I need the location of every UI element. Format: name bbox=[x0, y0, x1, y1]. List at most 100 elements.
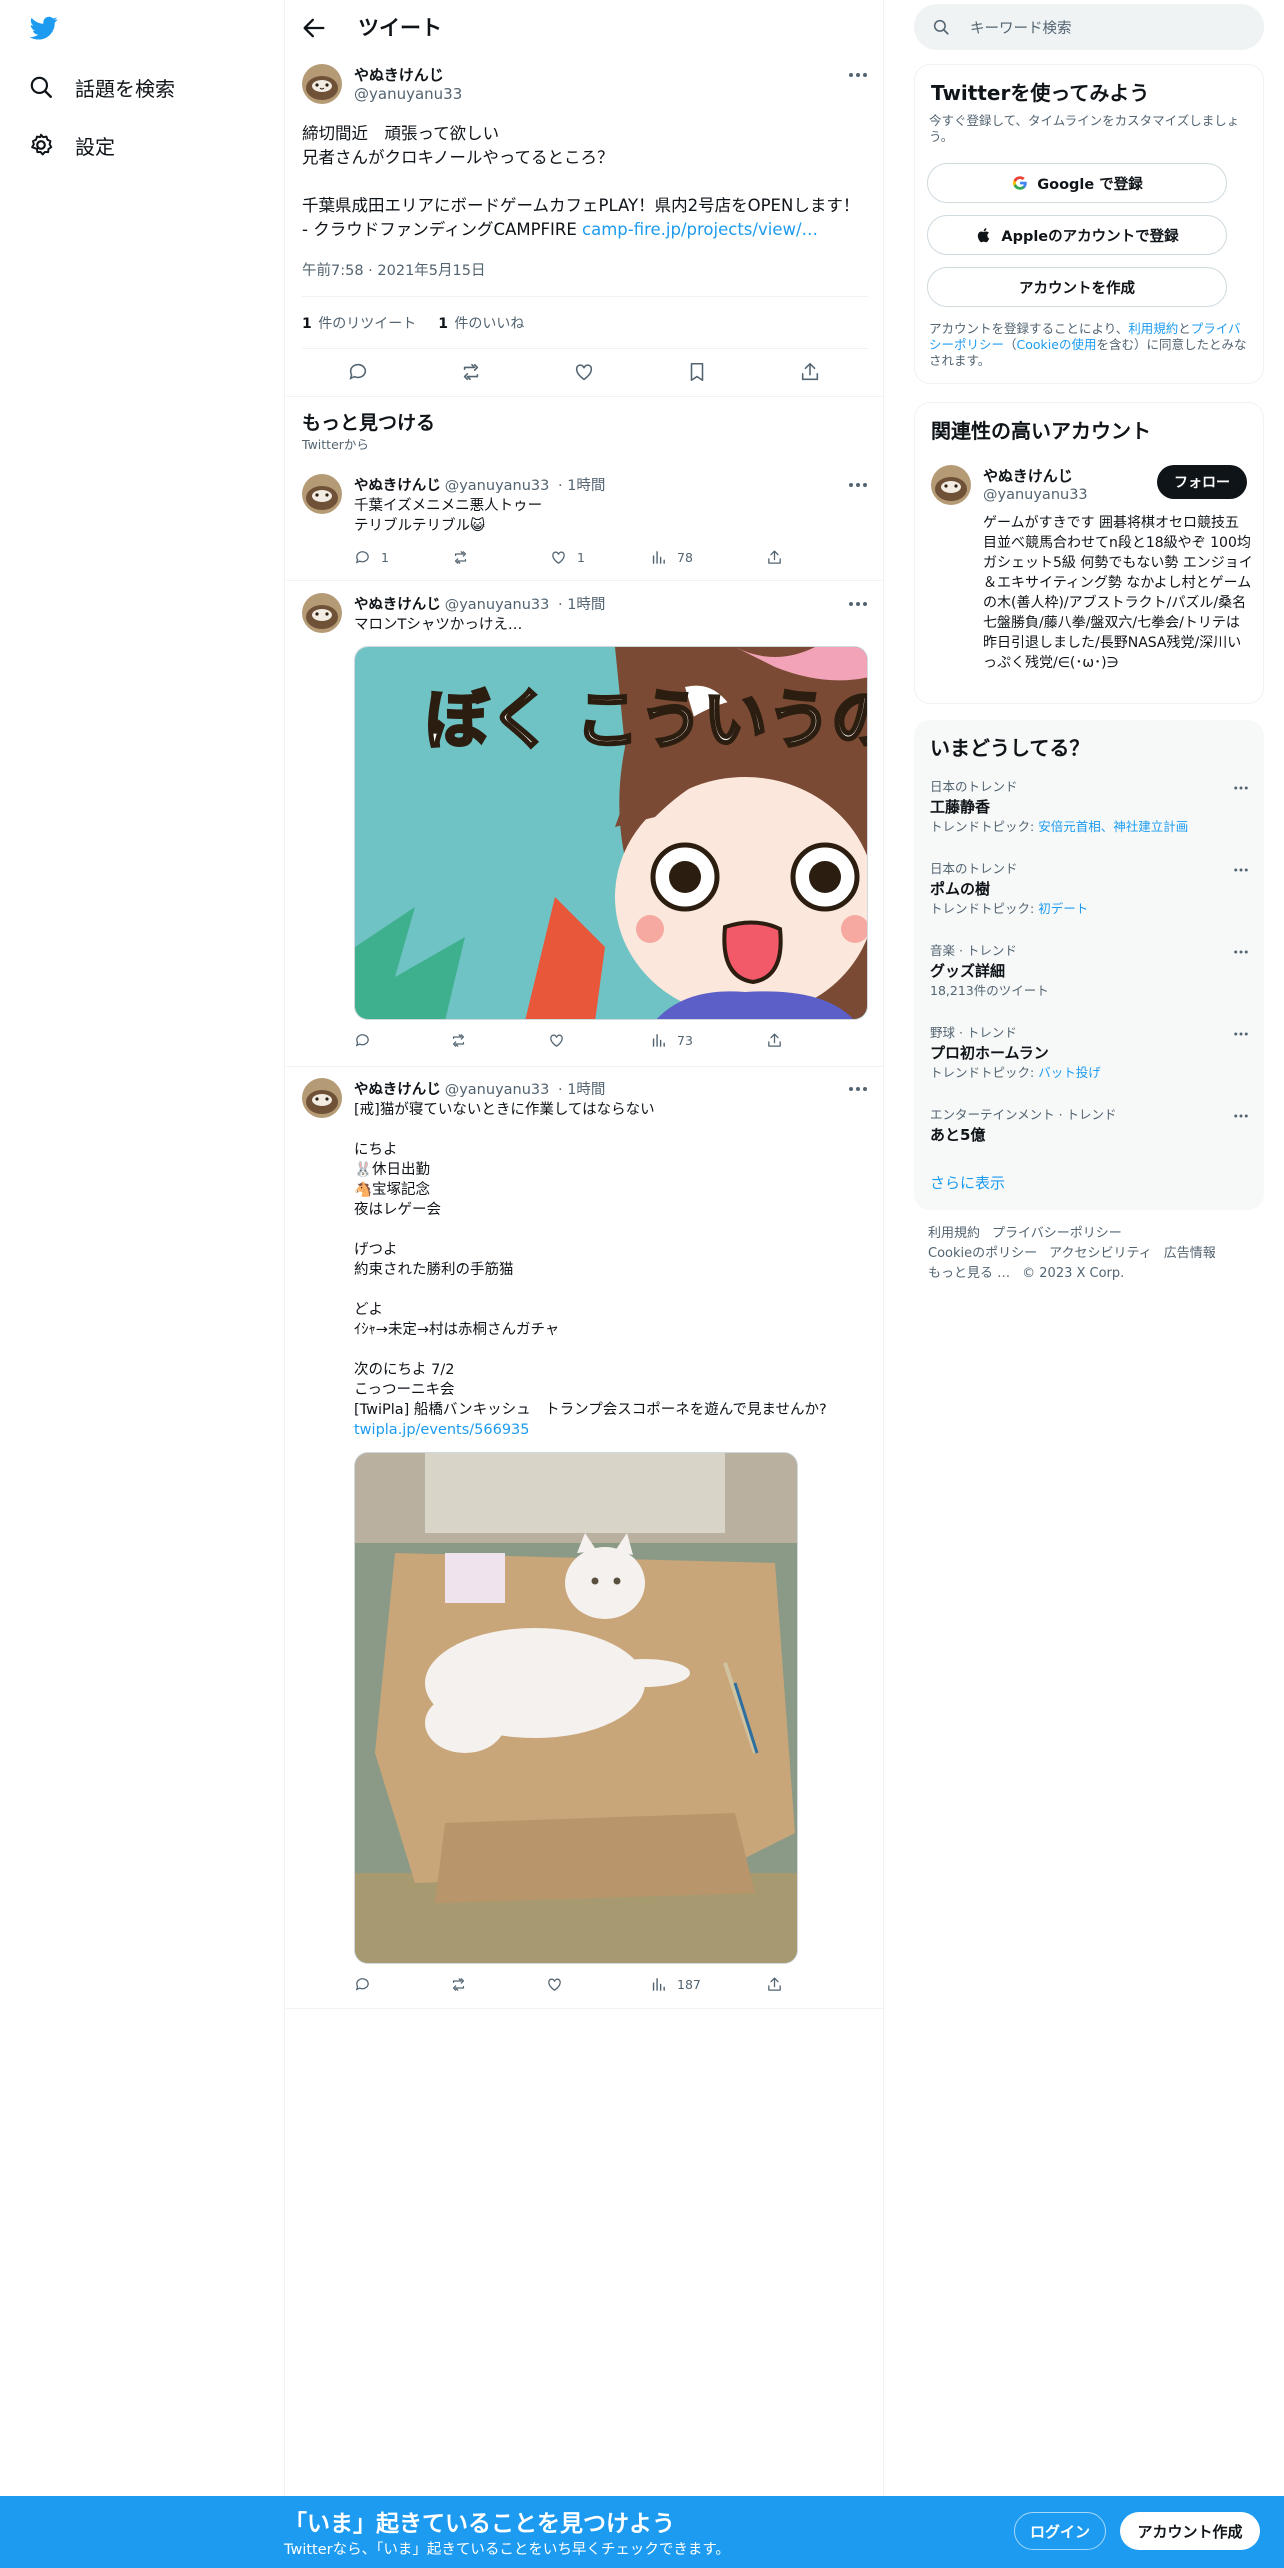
tweet-image[interactable] bbox=[354, 1452, 798, 1964]
author-name[interactable]: やぬきけんじ bbox=[354, 478, 441, 494]
more-options-icon[interactable] bbox=[846, 597, 870, 611]
views-icon bbox=[652, 1034, 665, 1047]
tweet-time[interactable]: · 1時間 bbox=[558, 597, 605, 613]
search-box[interactable]: キーワード検索 bbox=[914, 4, 1264, 50]
bookmark-icon[interactable] bbox=[686, 361, 708, 383]
views-button[interactable]: 187 bbox=[650, 1976, 701, 1993]
avatar[interactable] bbox=[302, 1078, 342, 1118]
tweet-link[interactable]: twipla.jp/events/566935 bbox=[354, 1422, 530, 1438]
back-arrow-icon[interactable] bbox=[300, 14, 328, 42]
trend-item[interactable]: 日本のトレンド ポムの樹 トレンドトピック: 初デート bbox=[930, 860, 1250, 940]
signup-button[interactable]: アカウント作成 bbox=[1120, 2512, 1260, 2550]
share-button[interactable] bbox=[766, 1032, 793, 1049]
views-button[interactable]: 78 bbox=[650, 549, 693, 566]
avatar[interactable] bbox=[302, 593, 342, 633]
retweet-stat[interactable]: 1 件のリツイート bbox=[302, 313, 416, 333]
footer-link[interactable]: プライバシーポリシー bbox=[992, 1226, 1122, 1241]
show-more-link[interactable]: さらに表示 bbox=[930, 1172, 1005, 1193]
search-placeholder[interactable]: キーワード検索 bbox=[970, 17, 1072, 38]
retweet-button[interactable] bbox=[450, 1032, 477, 1049]
tweet-time[interactable]: · 1時間 bbox=[558, 478, 605, 494]
bottom-bar-subtitle: Twitterなら、「いま」起きていることをいち早くチェックできます。 bbox=[284, 2542, 730, 2558]
reply-button[interactable] bbox=[354, 1976, 381, 1993]
author-handle[interactable]: @yanuyanu33 bbox=[445, 1082, 550, 1098]
views-button[interactable]: 73 bbox=[650, 1032, 693, 1049]
trend-item[interactable]: 野球 · トレンド プロ初ホームラン トレンドトピック: バット投げ bbox=[930, 1024, 1250, 1104]
avatar[interactable] bbox=[302, 474, 342, 514]
more-options-icon[interactable] bbox=[846, 478, 870, 492]
nav-settings[interactable]: 設定 bbox=[28, 125, 115, 165]
author-name[interactable]: やぬきけんじ bbox=[354, 1082, 441, 1098]
more-options-icon[interactable] bbox=[1232, 784, 1250, 792]
apple-signup-button[interactable]: Appleのアカウントで登録 bbox=[927, 215, 1227, 255]
share-icon bbox=[768, 1977, 781, 1991]
like-button[interactable] bbox=[548, 1032, 575, 1049]
footer-link[interactable]: アクセシビリティ bbox=[1049, 1246, 1152, 1261]
google-signup-button[interactable]: Google で登録 bbox=[927, 163, 1227, 203]
tweet-actions: 1 1 78 bbox=[354, 549, 784, 571]
author-handle[interactable]: @yanuyanu33 bbox=[354, 85, 462, 103]
signup-title: Twitterを使ってみよう bbox=[931, 81, 1150, 105]
author-name[interactable]: やぬきけんじ bbox=[354, 64, 444, 85]
trend-name: グッズ詳細 bbox=[930, 962, 1006, 980]
more-options-icon[interactable] bbox=[846, 1082, 870, 1096]
more-options-icon[interactable] bbox=[1232, 866, 1250, 874]
google-icon bbox=[1013, 176, 1027, 190]
reply-button[interactable]: 1 bbox=[354, 549, 389, 566]
like-icon[interactable] bbox=[573, 361, 595, 383]
footer-link[interactable]: もっと見る … bbox=[928, 1266, 1010, 1281]
more-options-icon[interactable] bbox=[1232, 1030, 1250, 1038]
author-handle[interactable]: @yanuyanu33 bbox=[445, 597, 550, 613]
share-button[interactable] bbox=[766, 549, 793, 566]
follow-button[interactable]: フォロー bbox=[1157, 465, 1247, 499]
main-column: ツイート やぬきけんじ @yanuyanu33 締切間近 頑張って欲しい 兄者さ… bbox=[286, 0, 884, 2496]
footer-link[interactable]: Cookieのポリシー bbox=[928, 1246, 1037, 1261]
retweet-button[interactable] bbox=[450, 1976, 477, 1993]
cookie-link[interactable]: Cookieの使用 bbox=[1017, 337, 1097, 352]
avatar[interactable] bbox=[931, 465, 971, 505]
like-button[interactable]: 1 bbox=[550, 549, 585, 566]
retweet-button[interactable] bbox=[452, 549, 479, 566]
like-button[interactable] bbox=[546, 1976, 573, 1993]
tweet-timestamp[interactable]: 午前7:58 · 2021年5月15日 bbox=[302, 259, 485, 280]
cat-photo-image bbox=[355, 1453, 797, 1963]
footer-link[interactable]: 利用規約 bbox=[928, 1226, 980, 1241]
trend-topics: トレンドトピック: 安倍元首相、神社建立計画 bbox=[930, 819, 1189, 834]
tweet-time[interactable]: · 1時間 bbox=[558, 1082, 605, 1098]
divider bbox=[286, 1066, 884, 1067]
trend-item[interactable]: 日本のトレンド 工藤静香 トレンドトピック: 安倍元首相、神社建立計画 bbox=[930, 778, 1250, 858]
tweet-actions: 187 bbox=[354, 1976, 784, 1998]
retweet-icon bbox=[452, 1978, 465, 1991]
related-handle[interactable]: @yanuyanu33 bbox=[983, 487, 1088, 503]
tweet-header: やぬきけんじ @yanuyanu33 · 1時間 bbox=[354, 593, 605, 614]
create-account-button[interactable]: アカウントを作成 bbox=[927, 267, 1227, 307]
apple-signup-label: Appleのアカウントで登録 bbox=[1001, 228, 1179, 245]
footer-link[interactable]: 広告情報 bbox=[1164, 1246, 1216, 1261]
like-icon bbox=[550, 1034, 563, 1047]
reply-button[interactable] bbox=[354, 1032, 381, 1049]
share-icon[interactable] bbox=[799, 361, 821, 383]
retweet-icon[interactable] bbox=[460, 361, 482, 383]
more-options-icon[interactable] bbox=[1232, 948, 1250, 956]
trend-item[interactable]: 音楽 · トレンド グッズ詳細 18,213件のツイート bbox=[930, 942, 1250, 1022]
nav-explore[interactable]: 話題を検索 bbox=[28, 67, 175, 107]
twitter-logo-icon[interactable] bbox=[28, 14, 60, 42]
signup-card: Twitterを使ってみよう 今すぐ登録して、タイムラインをカスタマイズしましょ… bbox=[914, 64, 1264, 384]
author-handle[interactable]: @yanuyanu33 bbox=[445, 478, 550, 494]
share-button[interactable] bbox=[766, 1976, 793, 1993]
more-options-icon[interactable] bbox=[1232, 1112, 1250, 1120]
tweet-image[interactable]: ぼく こういうの すき bbox=[354, 646, 868, 1020]
more-options-icon[interactable] bbox=[846, 68, 870, 82]
login-button[interactable]: ログイン bbox=[1014, 2512, 1106, 2550]
like-stat[interactable]: 1 件のいいね bbox=[438, 313, 524, 333]
reply-icon[interactable] bbox=[347, 361, 369, 383]
related-name[interactable]: やぬきけんじ bbox=[983, 465, 1073, 486]
tweet-link[interactable]: camp-fire.jp/projects/view/… bbox=[582, 220, 818, 239]
tweet-text-line: 締切間近 頑張って欲しい bbox=[302, 124, 500, 143]
avatar[interactable] bbox=[302, 64, 342, 104]
terms-link[interactable]: 利用規約 bbox=[1128, 321, 1178, 336]
author-name[interactable]: やぬきけんじ bbox=[354, 597, 441, 613]
trend-category: 音楽 · トレンド bbox=[930, 943, 1017, 958]
divider bbox=[286, 2008, 884, 2009]
nav-explore-label: 話題を検索 bbox=[75, 76, 175, 101]
